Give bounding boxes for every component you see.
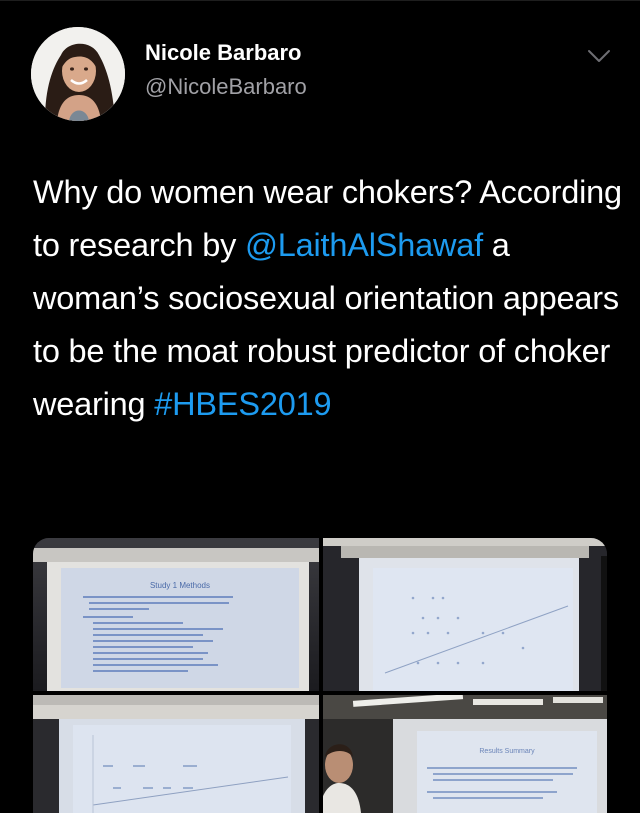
slide1-title: Study 1 Methods — [150, 581, 210, 590]
chevron-down-icon[interactable] — [587, 48, 611, 64]
photo-grid: Study 1 Methods Results Summary — [33, 538, 607, 813]
author-name[interactable]: Nicole Barbaro — [145, 40, 302, 66]
photo-4[interactable]: Results Summary — [323, 695, 607, 813]
photo-2[interactable] — [323, 538, 607, 691]
top-divider — [0, 0, 640, 1]
photo-1[interactable]: Study 1 Methods — [33, 538, 319, 691]
photo-3[interactable] — [33, 695, 319, 813]
hashtag-link[interactable]: #HBES2019 — [154, 386, 331, 422]
tweet-text: Why do women wear chokers? According to … — [33, 166, 623, 431]
avatar[interactable] — [31, 27, 125, 121]
avatar-image — [31, 27, 125, 121]
mention-link[interactable]: @LaithAlShawaf — [245, 227, 483, 263]
slide4-title: Results Summary — [479, 748, 535, 755]
author-handle[interactable]: @NicoleBarbaro — [145, 74, 307, 100]
